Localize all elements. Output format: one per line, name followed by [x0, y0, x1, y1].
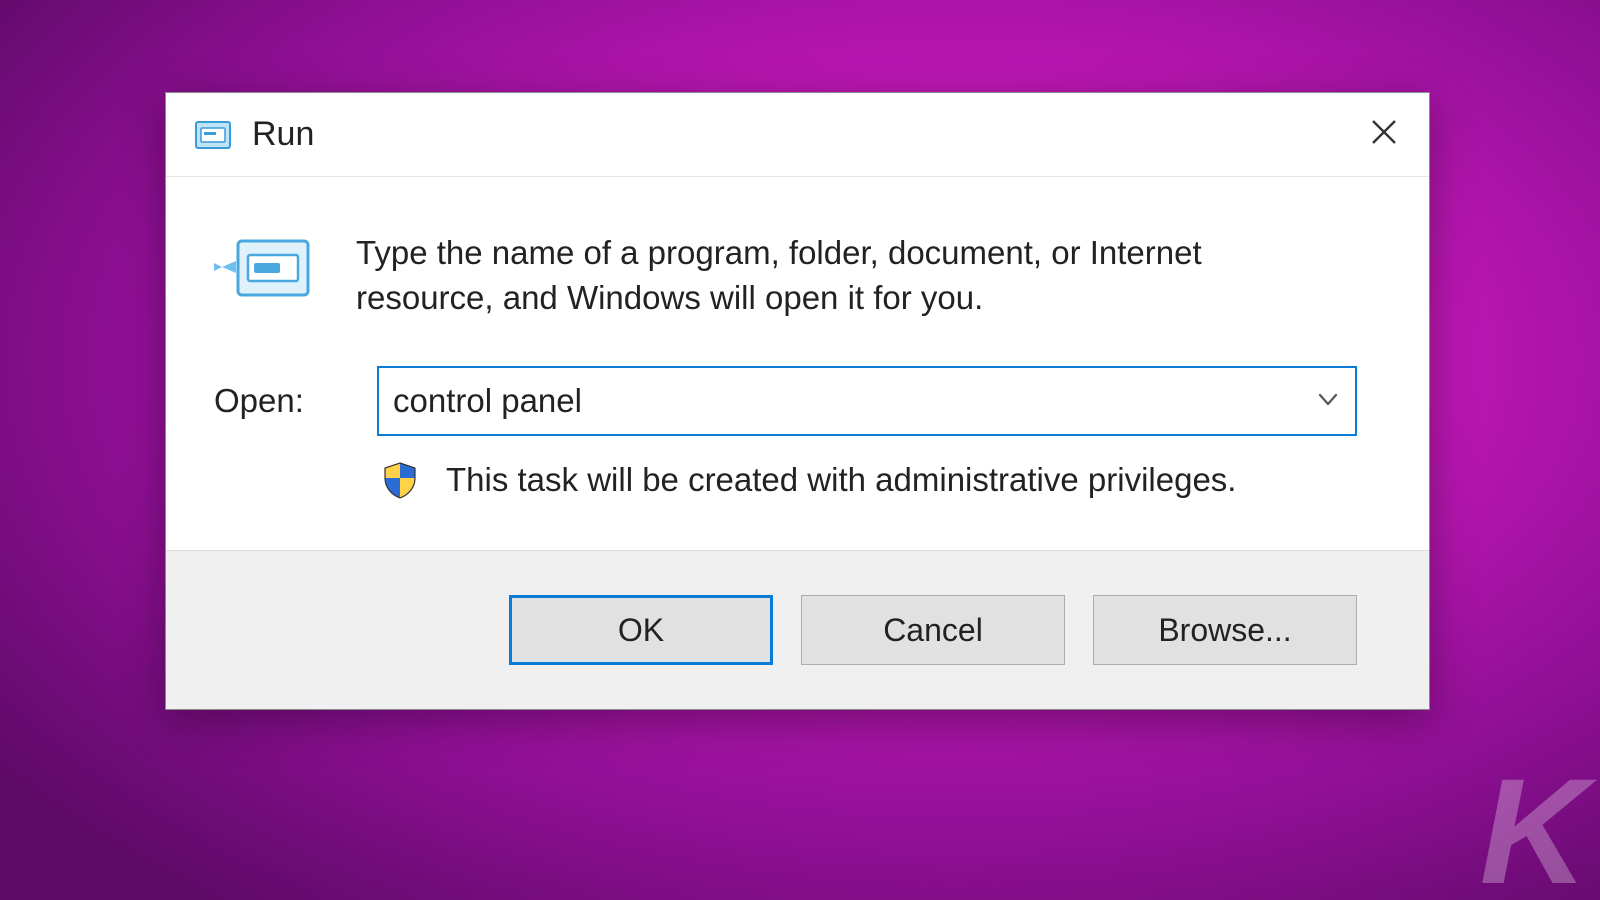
description-row: Type the name of a program, folder, docu…: [214, 231, 1357, 320]
open-dropdown-button[interactable]: [1301, 368, 1355, 434]
open-label: Open:: [214, 382, 323, 420]
window-title: Run: [252, 115, 1339, 154]
shield-icon: [380, 460, 420, 500]
open-combobox[interactable]: [377, 366, 1357, 436]
admin-privilege-text: This task will be created with administr…: [446, 461, 1236, 499]
run-dialog: Run Type the name of a program, folder, …: [165, 92, 1430, 710]
dialog-footer: OK Cancel Browse...: [166, 550, 1429, 709]
close-icon: [1370, 118, 1398, 151]
open-input[interactable]: [379, 368, 1301, 434]
chevron-down-icon: [1316, 387, 1340, 416]
admin-privilege-row: This task will be created with administr…: [380, 460, 1357, 500]
titlebar: Run: [166, 93, 1429, 177]
watermark: K: [1480, 745, 1582, 900]
run-title-icon: [192, 114, 234, 156]
cancel-button[interactable]: Cancel: [801, 595, 1065, 665]
open-row: Open:: [214, 366, 1357, 436]
run-program-icon: [214, 231, 314, 305]
description-text: Type the name of a program, folder, docu…: [356, 231, 1316, 320]
browse-button[interactable]: Browse...: [1093, 595, 1357, 665]
close-button[interactable]: [1339, 93, 1429, 177]
ok-button[interactable]: OK: [509, 595, 773, 665]
dialog-body: Type the name of a program, folder, docu…: [166, 177, 1429, 550]
